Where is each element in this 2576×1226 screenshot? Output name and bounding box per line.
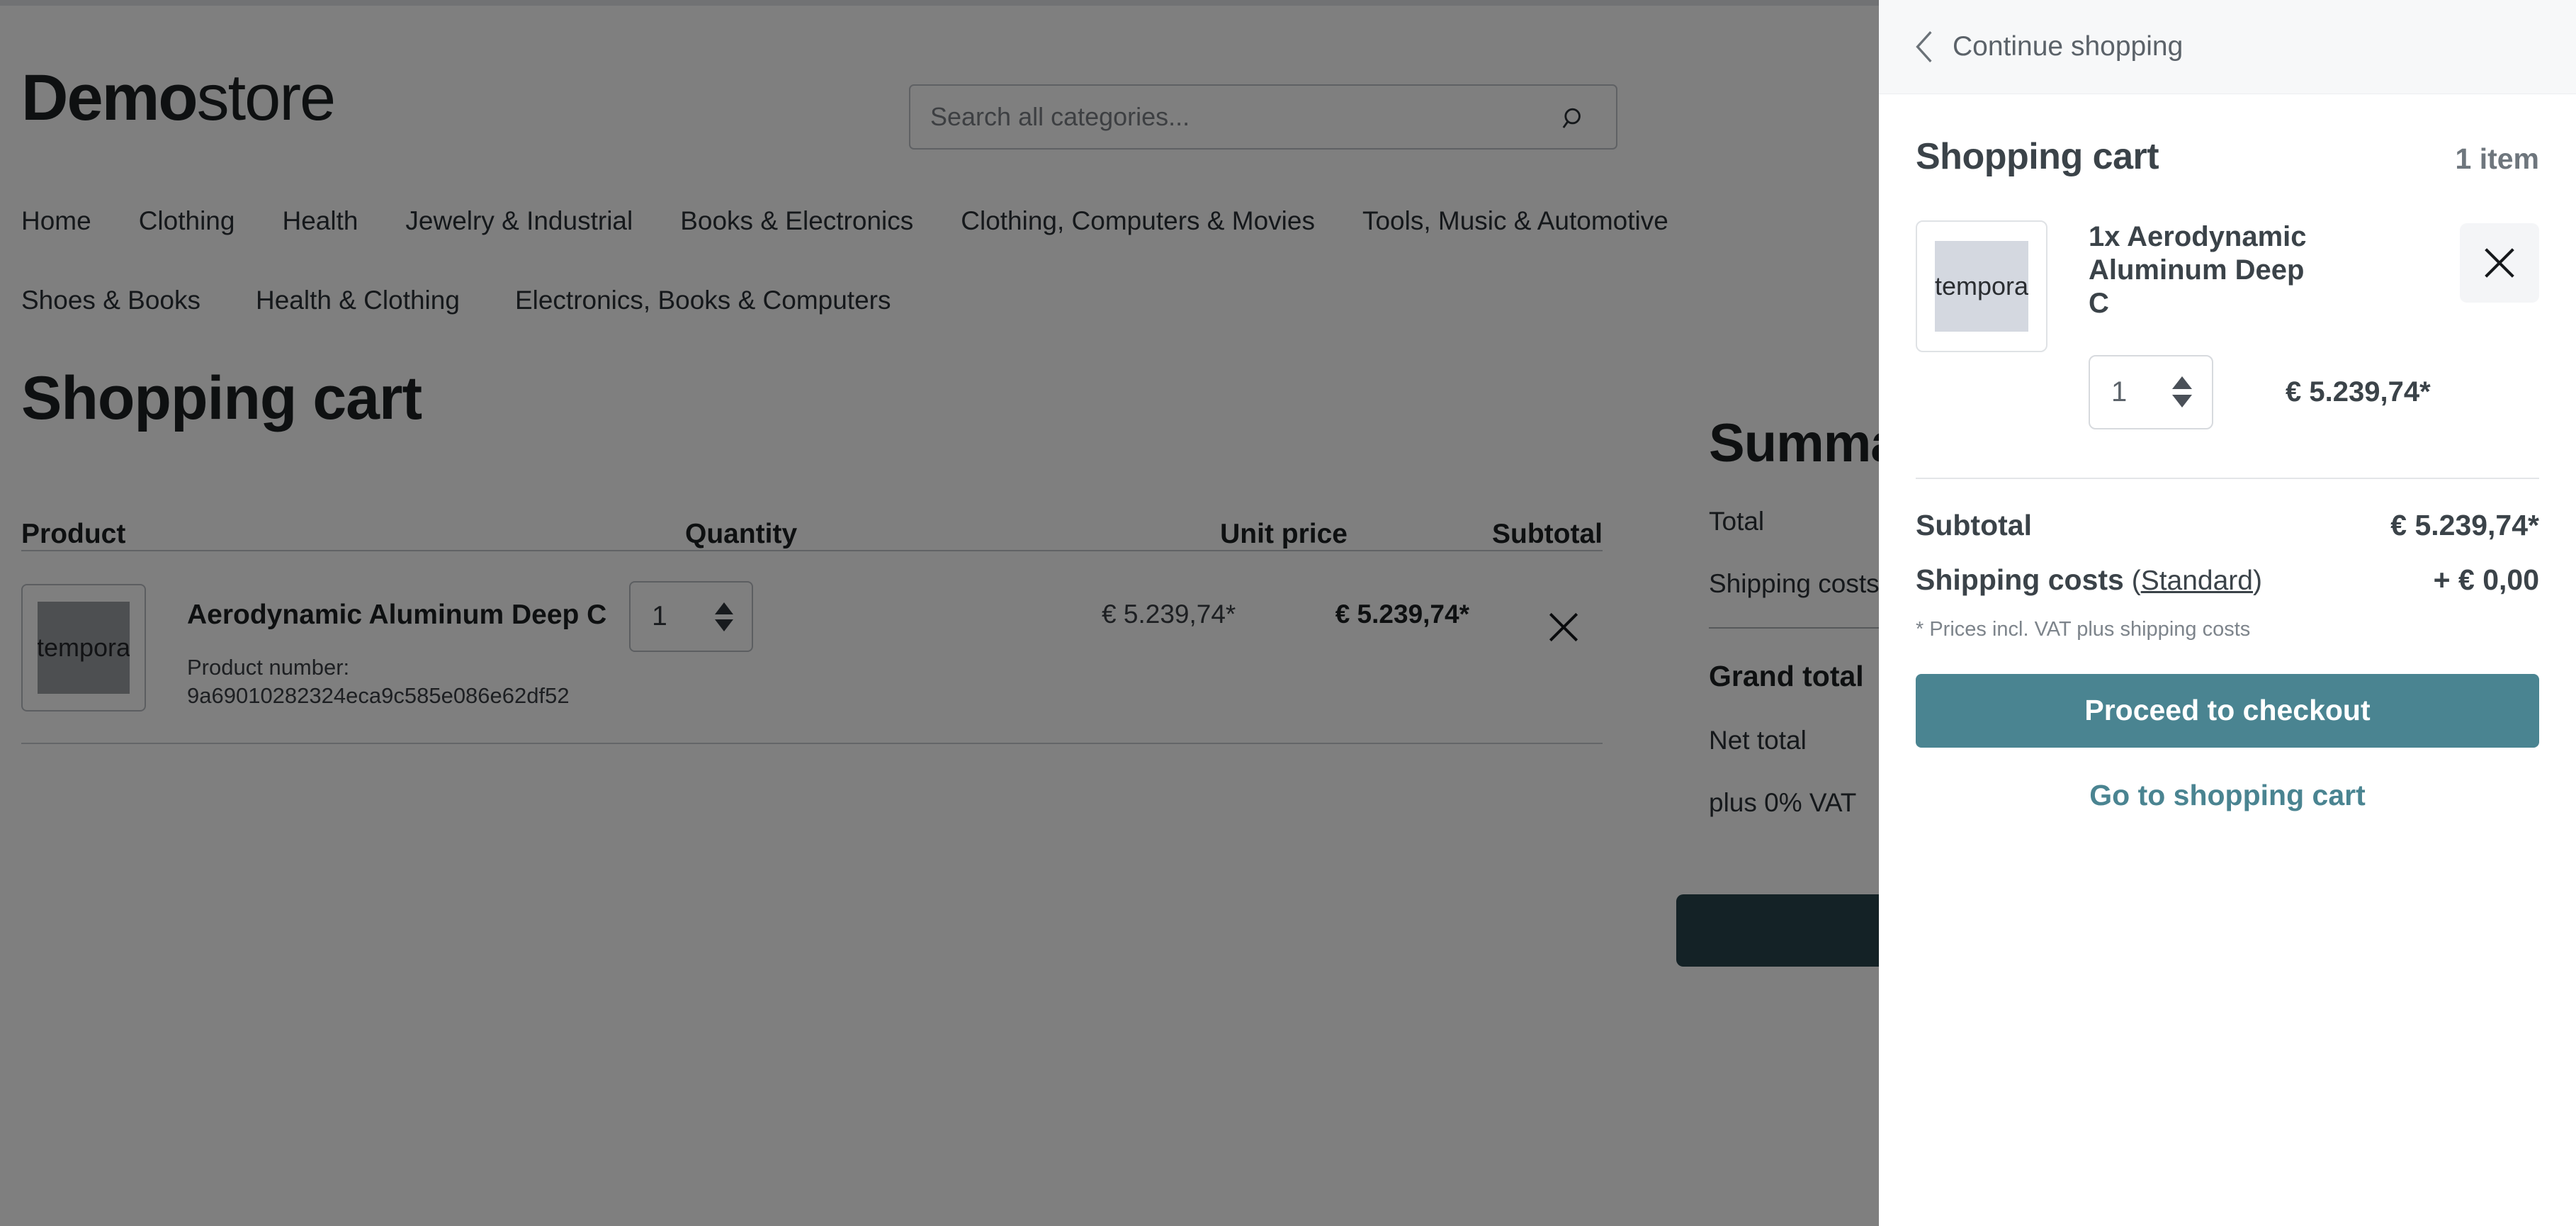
shipping-paren-open: ( [2123, 565, 2141, 596]
continue-shopping-label: Continue shopping [1953, 31, 2184, 62]
offcanvas-shipping-label: Shipping costs [1916, 563, 2124, 596]
offcanvas-shipping-value: + € 0,00 [2433, 563, 2539, 596]
offcanvas-item-count: 1 item [2455, 142, 2540, 175]
line-item-price: € 5.239,74* [2286, 376, 2431, 407]
app-root: Demostore Search all categories... HomeC… [0, 0, 2576, 1226]
offcanvas-cart-panel: Continue shopping Shopping cart 1 item t… [1879, 0, 2576, 1226]
offcanvas-subtotal-value: € 5.239,74* [2390, 508, 2539, 541]
offcanvas-shipping-row: Shipping costs (Standard) + € 0,00 [1916, 563, 2539, 597]
go-to-shopping-cart-link[interactable]: Go to shopping cart [1916, 779, 2539, 812]
close-icon [2485, 248, 2514, 278]
line-item-remove-button[interactable] [2460, 223, 2539, 303]
chevron-down-icon[interactable] [2172, 395, 2192, 408]
proceed-to-checkout-button[interactable]: Proceed to checkout [1916, 673, 2539, 748]
offcanvas-title: Shopping cart [1916, 136, 2159, 177]
line-item-image-placeholder: tempora [1935, 241, 2028, 332]
chevron-left-icon [1916, 30, 1932, 63]
shipping-method-link[interactable]: Standard [2141, 566, 2253, 596]
offcanvas-summary: Subtotal € 5.239,74* Shipping costs (Sta… [1916, 479, 2539, 641]
offcanvas-header: Shopping cart 1 item [1916, 94, 2539, 178]
line-item-quantity-stepper[interactable]: 1 [2089, 354, 2213, 429]
offcanvas-shipping-label-wrap: Shipping costs (Standard) [1916, 563, 2262, 597]
shipping-paren-close: ) [2252, 565, 2262, 596]
offcanvas-vat-note: * Prices incl. VAT plus shipping costs [1916, 617, 2251, 641]
line-item-stepper-arrows[interactable] [2172, 376, 2192, 408]
line-item-name[interactable]: 1x Aerodynamic Aluminum Deep C [2089, 220, 2322, 321]
line-item-thumbnail[interactable]: tempora [1916, 220, 2047, 352]
offcanvas-subtotal-label: Subtotal [1916, 508, 2032, 541]
line-item-details: 1x Aerodynamic Aluminum Deep C 1 € 5.239… [2089, 220, 2460, 429]
continue-shopping-link[interactable]: Continue shopping [1879, 0, 2576, 94]
line-item-quantity-row: 1 € 5.239,74* [2089, 354, 2460, 429]
offcanvas-line-item: tempora 1x Aerodynamic Aluminum Deep C 1… [1916, 178, 2539, 429]
chevron-up-icon[interactable] [2172, 376, 2192, 390]
offcanvas-subtotal-row: Subtotal € 5.239,74* [1916, 509, 2539, 542]
line-item-quantity-value: 1 [2111, 376, 2128, 407]
offcanvas-body: Shopping cart 1 item tempora 1x Aerodyna… [1879, 94, 2576, 812]
shipping-method-wrap: (Standard) [2124, 566, 2262, 596]
